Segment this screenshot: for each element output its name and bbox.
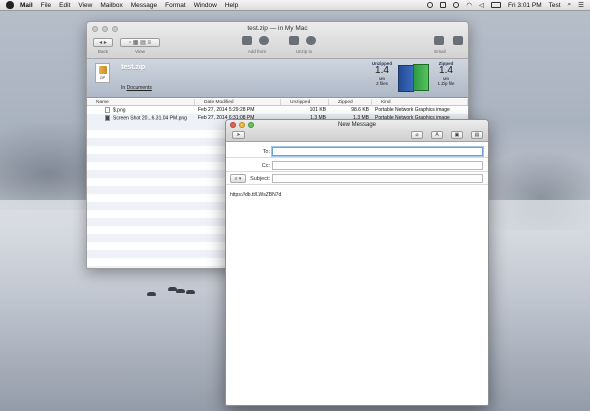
battery-icon[interactable]	[491, 2, 502, 8]
unzipped-stat: Unzipped 1.4 MB 2 files	[367, 61, 397, 86]
zipped-stat: Zipped 1.4 MB 1 Zip file	[429, 61, 463, 86]
back-button[interactable]: ◂ ▸	[93, 38, 113, 47]
archive-toolbar: test.zip — in My Mac ◂ ▸ Back ▫ ▦ ▤ ≡ Vi…	[87, 22, 468, 59]
bluetooth-icon[interactable]	[453, 2, 460, 8]
window-title: New Message	[337, 122, 376, 128]
file-kind: Portable Network Graphics image	[375, 107, 450, 113]
table-row[interactable]: $.png Feb 27, 2014 5:29:28 PM 101 KB 98.…	[87, 106, 468, 114]
email-label: Email	[434, 49, 446, 54]
cc-field[interactable]	[272, 161, 483, 170]
cloud-download-icon[interactable]	[306, 36, 316, 45]
cc-label: Cc:	[261, 163, 270, 169]
apple-menu-icon[interactable]	[6, 1, 14, 9]
menu-bar: Mail File Edit View Mailbox Message Form…	[0, 0, 590, 11]
subject-row: ≡ ▾ Subject:	[226, 173, 488, 185]
table-header: Name Date Modified Unzipped Zipped Kind	[87, 99, 468, 106]
col-unzipped[interactable]: Unzipped	[281, 99, 329, 105]
unzipped-count: 2 files	[376, 81, 388, 86]
archive-summary: ZIP test.zip In Documents Unzipped 1.4 M…	[87, 59, 468, 98]
col-zipped[interactable]: Zipped	[329, 99, 372, 105]
file-zipped: 98.6 KB	[351, 107, 369, 113]
menubar-status-area: ◠ ◁ Fri 3:01 PM Test ⌕ ☰	[427, 1, 590, 9]
spotlight-icon[interactable]: ⌕	[568, 1, 572, 9]
png-file-icon	[105, 106, 110, 113]
file-name: $.png	[113, 107, 126, 114]
add-from-icon[interactable]	[242, 36, 252, 45]
format-button[interactable]: A	[431, 131, 443, 139]
menu-edit[interactable]: Edit	[59, 2, 70, 9]
wifi-icon[interactable]: ◠	[466, 1, 472, 9]
new-message-window: New Message ➤ ⌀ A ▣ ▤ To: Cc: ≡ ▾ Subjec…	[225, 119, 489, 406]
time-machine-icon[interactable]	[427, 2, 434, 8]
to-label: To:	[262, 149, 270, 155]
duck	[176, 289, 185, 293]
menu-message[interactable]: Message	[131, 2, 157, 9]
png-file-icon	[105, 114, 110, 121]
cc-row: Cc:	[226, 160, 488, 172]
view-label: View	[135, 49, 145, 54]
file-unzipped: 101 KB	[309, 107, 326, 113]
unzip-icon[interactable]	[289, 36, 299, 45]
archive-location: In Documents	[121, 85, 152, 91]
duck	[147, 292, 156, 296]
menu-file[interactable]: File	[41, 2, 51, 9]
file-name-cell: Screen Shot 20...6.31.04 PM.png	[87, 114, 195, 122]
cloud-icon[interactable]	[259, 36, 269, 45]
menubar-user[interactable]: Test	[549, 2, 561, 9]
subject-field[interactable]	[272, 174, 483, 183]
subject-label: Subject:	[250, 176, 270, 182]
message-body[interactable]: https://db.tt/LWsZBN7d	[230, 192, 281, 198]
header-options-dropdown[interactable]: ≡ ▾	[230, 174, 246, 183]
menu-format[interactable]: Format	[165, 2, 186, 9]
zip-file-icon: ZIP	[95, 63, 110, 83]
notification-center-icon[interactable]: ☰	[578, 1, 584, 9]
message-toolbar: New Message ➤ ⌀ A ▣ ▤	[226, 120, 488, 142]
menu-app-mail[interactable]: Mail	[20, 2, 33, 9]
zipped-value: 1.4	[439, 65, 453, 76]
col-name[interactable]: Name	[87, 99, 195, 105]
file-name-cell: $.png	[87, 106, 195, 114]
photo-browser-button[interactable]: ▣	[451, 131, 463, 139]
to-row: To:	[226, 146, 488, 158]
add-from-label: Add from	[247, 49, 267, 54]
file-date: Feb 27, 2014 5:29:28 PM	[198, 107, 255, 113]
unzipped-value: 1.4	[375, 65, 389, 76]
link-icon[interactable]	[453, 36, 463, 45]
zipped-count: 1 Zip file	[437, 81, 455, 86]
email-icon[interactable]	[434, 36, 444, 45]
col-kind[interactable]: Kind	[372, 99, 468, 105]
duck	[186, 290, 195, 294]
window-title: test.zip — in My Mac	[247, 25, 308, 32]
file-name: Screen Shot 20...6.31.04 PM.png	[113, 115, 187, 122]
template-button[interactable]: ▤	[471, 131, 483, 139]
volume-icon[interactable]: ◁	[479, 1, 484, 9]
menubar-clock[interactable]: Fri 3:01 PM	[508, 2, 542, 9]
menu-help[interactable]: Help	[225, 2, 238, 9]
archive-boxes-icon	[396, 62, 432, 94]
col-date[interactable]: Date Modified	[195, 99, 281, 105]
location-link[interactable]: Documents	[127, 85, 152, 91]
unzip-to-label: Unzip to	[295, 49, 313, 54]
back-label: Back	[97, 49, 108, 54]
to-field[interactable]	[272, 147, 483, 156]
send-button[interactable]: ➤	[232, 131, 245, 139]
menu-mailbox[interactable]: Mailbox	[100, 2, 122, 9]
menu-window[interactable]: Window	[194, 2, 217, 9]
view-switcher[interactable]: ▫ ▦ ▤ ≡	[120, 38, 160, 47]
menu-view[interactable]: View	[78, 2, 92, 9]
archive-name: test.zip	[121, 64, 146, 71]
airplay-icon[interactable]	[440, 2, 447, 8]
attach-button[interactable]: ⌀	[411, 131, 423, 139]
